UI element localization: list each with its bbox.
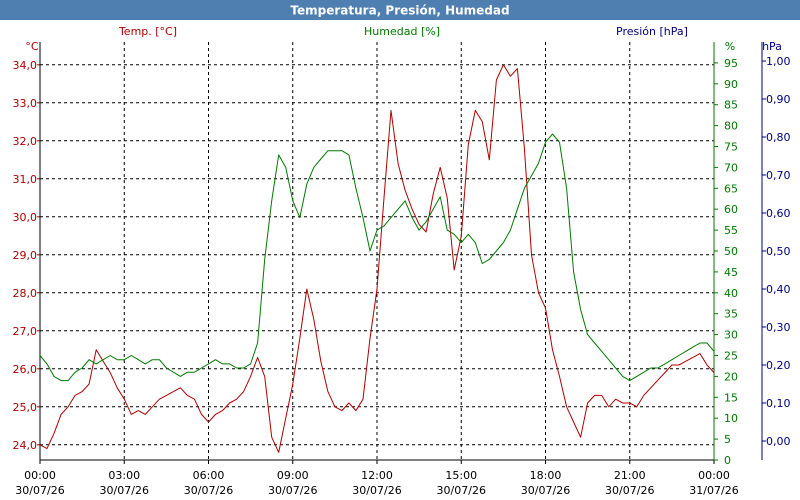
humidity-tick-label: 5 bbox=[724, 433, 731, 446]
humidity-tick-label: 10 bbox=[724, 412, 738, 425]
temp-tick-label: 27,0 bbox=[13, 325, 38, 338]
humidity-tick-label: 40 bbox=[724, 287, 738, 300]
humidity-tick-label: 35 bbox=[724, 308, 738, 321]
humidity-axis-legend: Humedad [%] bbox=[364, 25, 440, 38]
humidity-tick-label: 55 bbox=[724, 224, 738, 237]
x-tick-date: 30/07/26 bbox=[437, 484, 486, 497]
pressure-tick-label: 0,20 bbox=[766, 359, 791, 372]
x-tick-date: 30/07/26 bbox=[605, 484, 654, 497]
humidity-tick-label: 95 bbox=[724, 57, 738, 70]
tick-labels: 00:00 30/07/26 03:00 30/07/26 06:00 30/07/26 0… bbox=[13, 55, 791, 497]
pressure-tick-label: 1,00 bbox=[766, 55, 791, 68]
pressure-tick-label: 0,50 bbox=[766, 245, 791, 258]
x-tick-time: 00:00 bbox=[698, 469, 730, 482]
x-tick-time: 03:00 bbox=[108, 469, 140, 482]
pressure-tick-label: 0,00 bbox=[766, 435, 791, 448]
pressure-tick-label: 0,30 bbox=[766, 321, 791, 334]
humidity-tick-label: 80 bbox=[724, 120, 738, 133]
x-tick-date: 30/07/26 bbox=[352, 484, 401, 497]
humidity-tick-label: 65 bbox=[724, 182, 738, 195]
chart-canvas: Temperatura, Presión, Humedad Temp. [°C]… bbox=[0, 0, 800, 497]
pressure-tick-label: 0,60 bbox=[766, 207, 791, 220]
pressure-axis-unit: hPa bbox=[762, 40, 782, 53]
pressure-axis-legend: Presión [hPa] bbox=[616, 25, 688, 38]
temp-tick-label: 30,0 bbox=[13, 211, 38, 224]
humidity-tick-label: 0 bbox=[724, 454, 731, 467]
humidity-tick-label: 25 bbox=[724, 350, 738, 363]
temp-tick-label: 25,0 bbox=[13, 401, 38, 414]
humidity-tick-label: 70 bbox=[724, 161, 738, 174]
pressure-tick-label: 0,70 bbox=[766, 169, 791, 182]
x-tick-date: 30/07/26 bbox=[100, 484, 149, 497]
chart-title: Temperatura, Presión, Humedad bbox=[290, 4, 509, 18]
x-tick-time: 06:00 bbox=[193, 469, 225, 482]
temp-tick-label: 28,0 bbox=[13, 287, 38, 300]
x-tick-time: 09:00 bbox=[277, 469, 309, 482]
weather-chart: Temperatura, Presión, Humedad Temp. [°C]… bbox=[0, 0, 800, 500]
axes bbox=[37, 42, 766, 464]
x-tick-time: 21:00 bbox=[614, 469, 646, 482]
x-tick-date: 30/07/26 bbox=[15, 484, 64, 497]
humidity-tick-label: 60 bbox=[724, 203, 738, 216]
x-tick-time: 18:00 bbox=[530, 469, 562, 482]
humidity-tick-label: 45 bbox=[724, 266, 738, 279]
x-tick-date: 30/07/26 bbox=[521, 484, 570, 497]
temp-tick-label: 32,0 bbox=[13, 135, 38, 148]
grid-lines bbox=[40, 42, 714, 460]
pressure-tick-label: 0,10 bbox=[766, 397, 791, 410]
pressure-tick-label: 0,40 bbox=[766, 283, 791, 296]
x-tick-time: 12:00 bbox=[361, 469, 393, 482]
humidity-tick-label: 75 bbox=[724, 141, 738, 154]
humidity-tick-label: 50 bbox=[724, 245, 738, 258]
pressure-tick-label: 0,90 bbox=[766, 93, 791, 106]
x-tick-time: 00:00 bbox=[24, 469, 56, 482]
temp-tick-label: 26,0 bbox=[13, 363, 38, 376]
temp-axis-legend: Temp. [°C] bbox=[118, 25, 177, 38]
x-tick-date: 30/07/26 bbox=[184, 484, 233, 497]
humidity-tick-label: 30 bbox=[724, 329, 738, 342]
temp-tick-label: 33,0 bbox=[13, 97, 38, 110]
x-tick-date: 31/07/26 bbox=[689, 484, 738, 497]
temp-tick-label: 24,0 bbox=[13, 439, 38, 452]
humidity-tick-label: 15 bbox=[724, 391, 738, 404]
temp-axis-unit: °C bbox=[25, 40, 39, 53]
humidity-tick-label: 85 bbox=[724, 99, 738, 112]
humidity-axis-unit: % bbox=[725, 40, 735, 53]
x-tick-date: 30/07/26 bbox=[268, 484, 317, 497]
humidity-tick-label: 20 bbox=[724, 370, 738, 383]
temp-tick-label: 29,0 bbox=[13, 249, 38, 262]
x-tick-time: 15:00 bbox=[445, 469, 477, 482]
pressure-tick-label: 0,80 bbox=[766, 131, 791, 144]
temp-tick-label: 34,0 bbox=[13, 59, 38, 72]
humidity-tick-label: 90 bbox=[724, 78, 738, 91]
temp-tick-label: 31,0 bbox=[13, 173, 38, 186]
